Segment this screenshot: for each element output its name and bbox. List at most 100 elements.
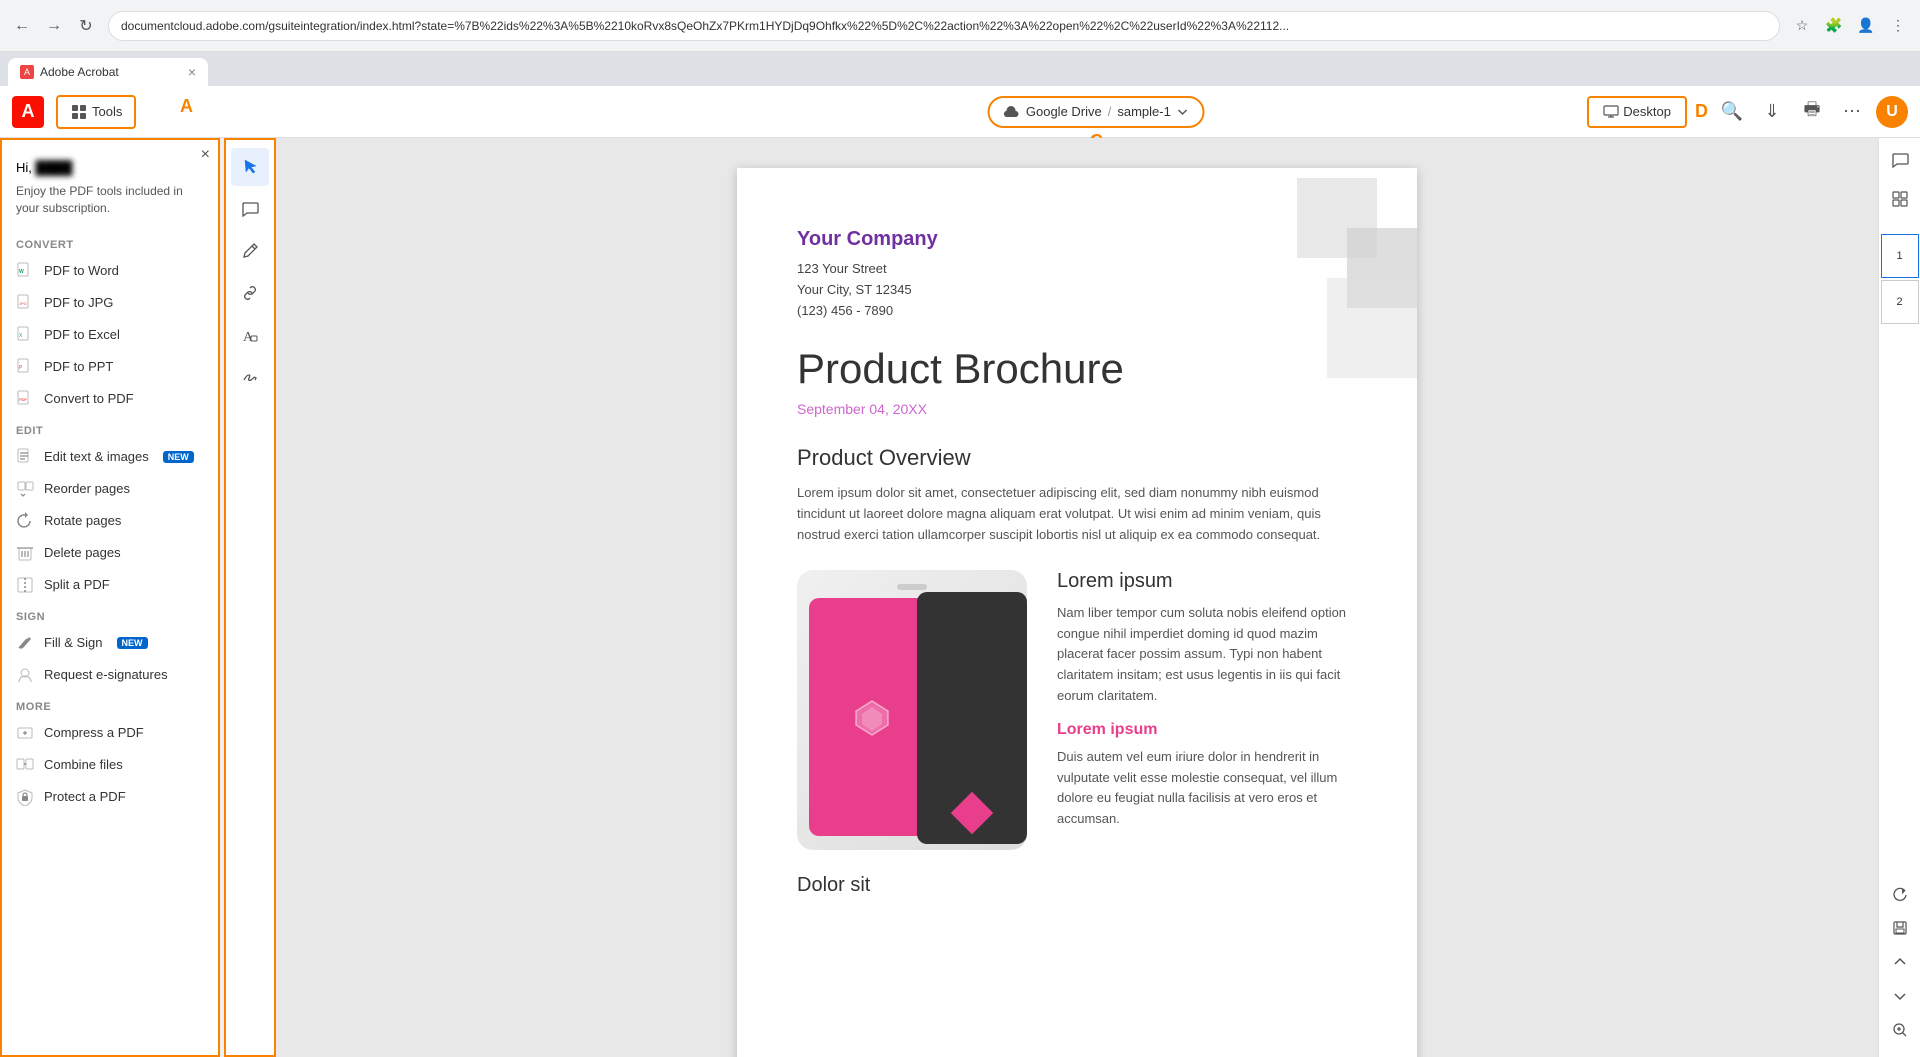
- back-button[interactable]: ←: [8, 12, 36, 40]
- protect-icon: [16, 788, 34, 806]
- desktop-label: Desktop: [1623, 104, 1671, 119]
- delete-label: Delete pages: [44, 545, 121, 560]
- page-thumb-1[interactable]: 1: [1881, 234, 1919, 278]
- sidebar-item-fill-sign[interactable]: Fill & Sign NEW: [2, 627, 218, 659]
- sidebar-item-convert-pdf[interactable]: PDF Convert to PDF: [2, 383, 218, 415]
- print-button[interactable]: 🖶: [1796, 96, 1828, 128]
- active-tab[interactable]: A Adobe Acrobat ×: [8, 58, 208, 86]
- select-tool-button[interactable]: [231, 148, 269, 186]
- phone-notch: [897, 584, 927, 590]
- sidebar-item-reorder[interactable]: Reorder pages: [2, 473, 218, 505]
- section2-title: Dolor sit: [797, 874, 1357, 897]
- e-sig-label: Request e-signatures: [44, 667, 168, 682]
- grid-view-button[interactable]: [1885, 184, 1915, 214]
- breadcrumb-separator: /: [1108, 104, 1112, 119]
- product-desc2: Duis autem vel eum iriure dolor in hendr…: [1057, 747, 1357, 830]
- sidebar-description: Enjoy the PDF tools included in your sub…: [2, 179, 218, 229]
- grid-icon: [70, 103, 88, 121]
- fill-sign-label: Fill & Sign: [44, 635, 103, 650]
- header-right: Desktop D 🔍 ⇓ 🖶 ⋯ U: [1587, 96, 1908, 128]
- tools-tab[interactable]: Tools: [56, 95, 136, 129]
- signature-tool-button[interactable]: [231, 358, 269, 396]
- more-options-button[interactable]: ⋯: [1836, 96, 1868, 128]
- download-button[interactable]: ⇓: [1756, 96, 1788, 128]
- zoom-reset-button[interactable]: [1885, 879, 1915, 909]
- link-icon: [241, 284, 259, 302]
- sidebar-greeting: Hi, ████: [2, 152, 218, 179]
- sidebar-item-protect[interactable]: Protect a PDF: [2, 781, 218, 813]
- sidebar-item-pdf-ppt[interactable]: P PDF to PPT: [2, 351, 218, 383]
- extension-button[interactable]: 🧩: [1820, 12, 1848, 40]
- svg-text:JPG: JPG: [19, 301, 27, 306]
- edit-text-label: Edit text & images: [44, 449, 149, 464]
- delete-icon: [16, 544, 34, 562]
- product-subtitle: Lorem ipsum: [1057, 570, 1357, 593]
- chevron-up-icon: [1893, 955, 1907, 969]
- draw-tool-button[interactable]: [231, 232, 269, 270]
- sidebar-item-edit-text[interactable]: Edit text & images NEW: [2, 441, 218, 473]
- search-button[interactable]: 🔍: [1716, 96, 1748, 128]
- label-a: A: [180, 96, 193, 117]
- comment-icon: [241, 200, 259, 218]
- address-line3: (123) 456 - 7890: [797, 303, 893, 318]
- profile-button[interactable]: 👤: [1852, 12, 1880, 40]
- phone-diamond-logo: [951, 792, 993, 834]
- sidebar-item-combine[interactable]: Combine files: [2, 749, 218, 781]
- scroll-panel: E 1 2: [1878, 222, 1920, 1057]
- document-area: Your Company 123 Your Street Your City, …: [276, 138, 1878, 1057]
- bookmark-button[interactable]: ☆: [1788, 12, 1816, 40]
- sidebar-item-e-sig[interactable]: Request e-signatures: [2, 659, 218, 691]
- page-num-2: 2: [1896, 296, 1902, 308]
- split-label: Split a PDF: [44, 577, 110, 592]
- scroll-up-button[interactable]: [1885, 947, 1915, 977]
- compress-label: Compress a PDF: [44, 725, 144, 740]
- sidebar-item-rotate[interactable]: Rotate pages: [2, 505, 218, 537]
- breadcrumb-bar[interactable]: Google Drive / sample-1: [988, 96, 1205, 128]
- sidebar-item-split[interactable]: Split a PDF: [2, 569, 218, 601]
- zoom-in-button[interactable]: [1885, 1015, 1915, 1045]
- comment-panel-button[interactable]: [1885, 146, 1915, 176]
- link-tool-button[interactable]: [231, 274, 269, 312]
- page-thumb-2[interactable]: 2: [1881, 280, 1919, 324]
- page-number-area: 1 2: [1881, 234, 1919, 324]
- sidebar-item-delete[interactable]: Delete pages: [2, 537, 218, 569]
- pdf-word-icon: W: [16, 262, 34, 280]
- browser-chrome: ← → ↻ ☆ 🧩 👤 ⋮: [0, 0, 1920, 52]
- text-tool-button[interactable]: A: [231, 316, 269, 354]
- doc-date: September 04, 20XX: [797, 401, 1357, 417]
- address-bar[interactable]: [108, 11, 1780, 41]
- sidebar-item-pdf-word[interactable]: W PDF to Word: [2, 255, 218, 287]
- grid-view-icon: [1891, 190, 1909, 208]
- pdf-excel-label: PDF to Excel: [44, 327, 120, 342]
- more-button[interactable]: ⋮: [1884, 12, 1912, 40]
- svg-text:A: A: [243, 330, 254, 344]
- breadcrumb-cloud: Google Drive: [1026, 104, 1102, 119]
- app-header: A Tools A Google Drive / sample-1 C: [0, 86, 1920, 138]
- tab-close-button[interactable]: ×: [188, 64, 196, 80]
- pdf-ppt-icon: P: [16, 358, 34, 376]
- svg-text:W: W: [19, 269, 24, 275]
- sidebar-item-pdf-excel[interactable]: X PDF to Excel: [2, 319, 218, 351]
- desktop-button[interactable]: Desktop: [1587, 96, 1687, 128]
- rotate-icon: [16, 512, 34, 530]
- product-desc: Nam liber tempor cum soluta nobis eleife…: [1057, 603, 1357, 707]
- section-label-convert: CONVERT: [2, 229, 218, 255]
- section-label-more: MORE: [2, 691, 218, 717]
- tab-title: Adobe Acrobat: [40, 65, 182, 79]
- reload-button[interactable]: ↻: [72, 12, 100, 40]
- sidebar-close-button[interactable]: ×: [201, 146, 210, 164]
- page-num-1: 1: [1896, 250, 1902, 262]
- forward-button[interactable]: →: [40, 12, 68, 40]
- save-button[interactable]: [1885, 913, 1915, 943]
- greeting-name: ████: [36, 160, 73, 175]
- sidebar-item-compress[interactable]: Compress a PDF: [2, 717, 218, 749]
- chevron-down-icon: [1177, 106, 1189, 118]
- sidebar-item-pdf-jpg[interactable]: JPG PDF to JPG: [2, 287, 218, 319]
- address-line2: Your City, ST 12345: [797, 282, 912, 297]
- adobe-logo: A: [12, 96, 44, 128]
- convert-pdf-icon: PDF: [16, 390, 34, 408]
- comment-tool-button[interactable]: [231, 190, 269, 228]
- speech-bubble-icon: [1891, 152, 1909, 170]
- scroll-down-button[interactable]: [1885, 981, 1915, 1011]
- avatar[interactable]: U: [1876, 96, 1908, 128]
